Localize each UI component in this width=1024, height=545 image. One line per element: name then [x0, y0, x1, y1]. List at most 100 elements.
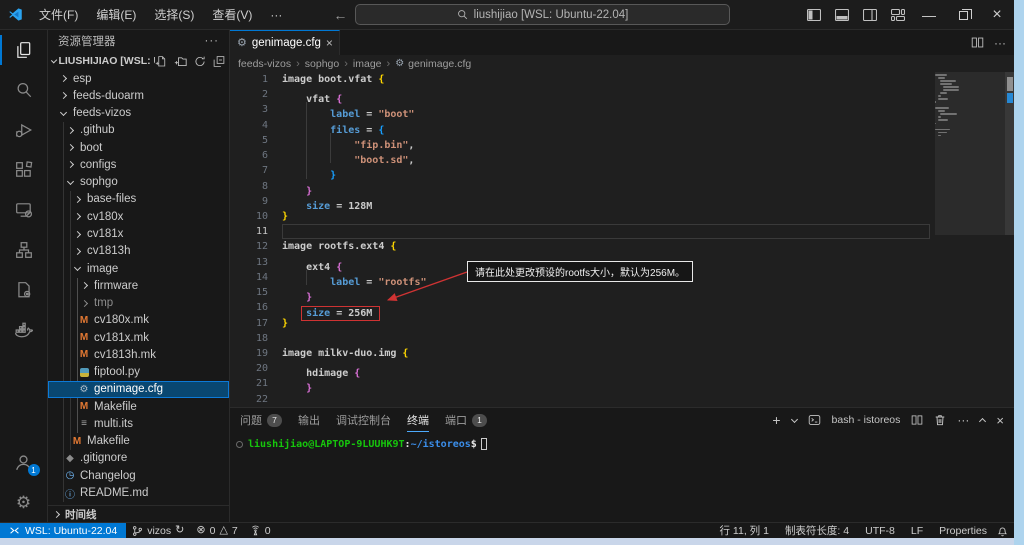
tree-item-base-files[interactable]: base-files — [48, 191, 229, 208]
branch-indicator[interactable]: vizos ↻ — [126, 523, 190, 539]
panel-tab-badged[interactable]: 端口 1 — [445, 408, 487, 432]
customize-layout-icon[interactable] — [884, 0, 912, 30]
problems-indicator[interactable]: ⊗ 0 △ 7 — [190, 523, 243, 539]
panel-tab-plain[interactable]: 调试控制台 — [336, 408, 391, 432]
close-tab-icon[interactable]: × — [326, 36, 333, 50]
tree-item-image[interactable]: image — [48, 260, 229, 277]
code-line-6[interactable]: 6 "boot.sd", — [230, 148, 1014, 166]
breadcrumb-item[interactable]: genimage.cfg — [408, 58, 471, 70]
activity-run-debug[interactable] — [0, 110, 48, 150]
command-center[interactable]: liushijiao [WSL: Ubuntu-22.04] — [355, 4, 730, 25]
tree-item-changelog[interactable]: ◷ Changelog — [48, 467, 229, 484]
menu-item-4[interactable]: ··· — [261, 0, 291, 30]
new-folder-icon[interactable] — [174, 55, 187, 68]
encoding-setting[interactable]: UTF-8 — [859, 523, 901, 539]
tree-item-multi-its[interactable]: ≡ multi.its — [48, 415, 229, 432]
panel-more-actions-icon[interactable]: ··· — [957, 413, 969, 427]
tree-item-firmware[interactable]: firmware — [48, 277, 229, 294]
activity-search[interactable] — [0, 70, 48, 110]
code-line-15[interactable]: 15} — [230, 285, 1014, 303]
code-line-10[interactable]: 10} — [230, 209, 1014, 224]
activity-settings[interactable]: ⚙ — [0, 482, 48, 522]
tree-item-sophgo[interactable]: sophgo — [48, 174, 229, 191]
eol-setting[interactable]: LF — [905, 523, 929, 539]
tree-item-esp[interactable]: esp — [48, 70, 229, 87]
minimap-slider[interactable] — [935, 72, 1005, 235]
code-line-17[interactable]: 17} — [230, 316, 1014, 331]
tree-item-feeds-vizos[interactable]: feeds-vizos — [48, 105, 229, 122]
code-line-7[interactable]: 7} — [230, 163, 1014, 181]
tree-item-makefile[interactable]: M Makefile — [48, 398, 229, 415]
tree-item-cv180x[interactable]: cv180x — [48, 208, 229, 225]
code-line-11[interactable]: 11 — [230, 224, 1014, 239]
indent-setting[interactable]: 制表符长度: 4 — [779, 523, 855, 539]
cursor-position[interactable]: 行 11, 列 1 — [714, 523, 775, 539]
activity-wsl-targets[interactable] — [0, 270, 48, 310]
tree-item-cv181x[interactable]: cv181x — [48, 225, 229, 242]
activity-remote-explorer[interactable] — [0, 190, 48, 230]
terminal-title[interactable]: bash - istoreos — [832, 414, 901, 426]
tree-item-readme-md[interactable]: ⓘ README.md — [48, 484, 229, 501]
toggle-sidebar-icon[interactable] — [800, 0, 828, 30]
code-line-3[interactable]: 3 label = "boot" — [230, 102, 1014, 120]
trash-icon[interactable] — [934, 414, 946, 426]
code-line-4[interactable]: 4 files = { — [230, 118, 1014, 136]
remote-indicator[interactable]: WSL: Ubuntu-22.04 — [0, 522, 127, 539]
workspace-section-header[interactable]: LIUSHIJIAO [WSL: U... — [48, 52, 229, 70]
code-line-1[interactable]: 1 image boot.vfat { — [230, 72, 1014, 87]
panel-tab-badged[interactable]: 问题 7 — [240, 408, 282, 432]
code-line-16[interactable]: 16 size = 256M — [230, 300, 1014, 321]
minimize-button[interactable]: — — [912, 0, 946, 30]
tree-item--gitignore[interactable]: ◆ .gitignore — [48, 450, 229, 467]
tree-item-feeds-duoarm[interactable]: feeds-duoarm — [48, 87, 229, 104]
code-line-22[interactable]: 22 — [230, 392, 1014, 407]
restore-button[interactable] — [946, 0, 980, 30]
code-line-19[interactable]: 19 image milkv-duo.img { — [230, 346, 1014, 361]
code-line-12[interactable]: 12 image rootfs.ext4 { — [230, 239, 1014, 254]
panel-tab-active-plain[interactable]: 终端 — [407, 408, 429, 432]
code-line-20[interactable]: 20 hdimage { — [230, 361, 1014, 379]
code-line-8[interactable]: 8} — [230, 179, 1014, 197]
language-mode[interactable]: Properties — [933, 523, 993, 539]
code-line-18[interactable]: 18 — [230, 331, 1014, 346]
code-editor[interactable]: 1 image boot.vfat {2 vfat {3 label = "boot"… — [230, 72, 1014, 407]
tree-item-cv181x-mk[interactable]: Mcv181x.mk — [48, 329, 229, 346]
code-line-2[interactable]: 2 vfat { — [230, 87, 1014, 105]
bell-icon[interactable] — [997, 525, 1008, 537]
activity-account[interactable]: 1 — [0, 442, 48, 482]
menu-item-1[interactable]: 编辑(E) — [87, 0, 145, 30]
toggle-panel-icon[interactable] — [828, 0, 856, 30]
collapse-all-icon[interactable] — [213, 55, 225, 68]
tree-item-genimage-cfg[interactable]: ⚙ genimage.cfg — [48, 380, 229, 399]
panel-tab-plain[interactable]: 输出 — [298, 408, 320, 432]
close-window-button[interactable]: × — [980, 0, 1014, 30]
toggle-secondary-sidebar-icon[interactable] — [856, 0, 884, 30]
breadcrumb-item[interactable]: sophgo — [305, 58, 339, 70]
activity-explorer[interactable] — [0, 30, 48, 70]
code-line-5[interactable]: 5 "fip.bin", — [230, 133, 1014, 151]
tree-item-makefile[interactable]: M Makefile — [48, 433, 229, 450]
activity-docker[interactable] — [0, 310, 48, 350]
breadcrumb-item[interactable]: feeds-vizos — [238, 58, 291, 70]
ports-indicator[interactable]: 0 — [244, 523, 277, 539]
tree-item-cv1813h[interactable]: cv1813h — [48, 243, 229, 260]
code-line-21[interactable]: 21} — [230, 376, 1014, 394]
maximize-panel-icon[interactable] — [979, 417, 987, 426]
tree-item-fiptool-py[interactable]: fiptool.py — [48, 364, 229, 381]
terminal[interactable]: liushijiao@LAPTOP-9LUUHK9T: ~/istoreos $ — [230, 432, 1014, 522]
tree-item-cv180x-mk[interactable]: Mcv180x.mk — [48, 312, 229, 329]
split-terminal-icon[interactable] — [911, 414, 923, 426]
explorer-more-actions-icon[interactable]: ··· — [205, 35, 220, 47]
activity-extensions[interactable] — [0, 150, 48, 190]
breadcrumb-item[interactable]: image — [353, 58, 382, 70]
new-terminal-icon[interactable]: + — [772, 412, 780, 428]
tree-item-configs[interactable]: configs — [48, 156, 229, 173]
new-file-icon[interactable] — [155, 55, 167, 68]
menu-item-3[interactable]: 查看(V) — [203, 0, 261, 30]
overview-ruler[interactable] — [1005, 72, 1014, 407]
tree-item-cv1813h-mk[interactable]: Mcv1813h.mk — [48, 346, 229, 363]
tree-item-tmp[interactable]: tmp — [48, 294, 229, 311]
tab-genimage-cfg[interactable]: ⚙ genimage.cfg × — [230, 30, 340, 55]
tree-item-boot[interactable]: boot — [48, 139, 229, 156]
tree-item--github[interactable]: .github — [48, 122, 229, 139]
